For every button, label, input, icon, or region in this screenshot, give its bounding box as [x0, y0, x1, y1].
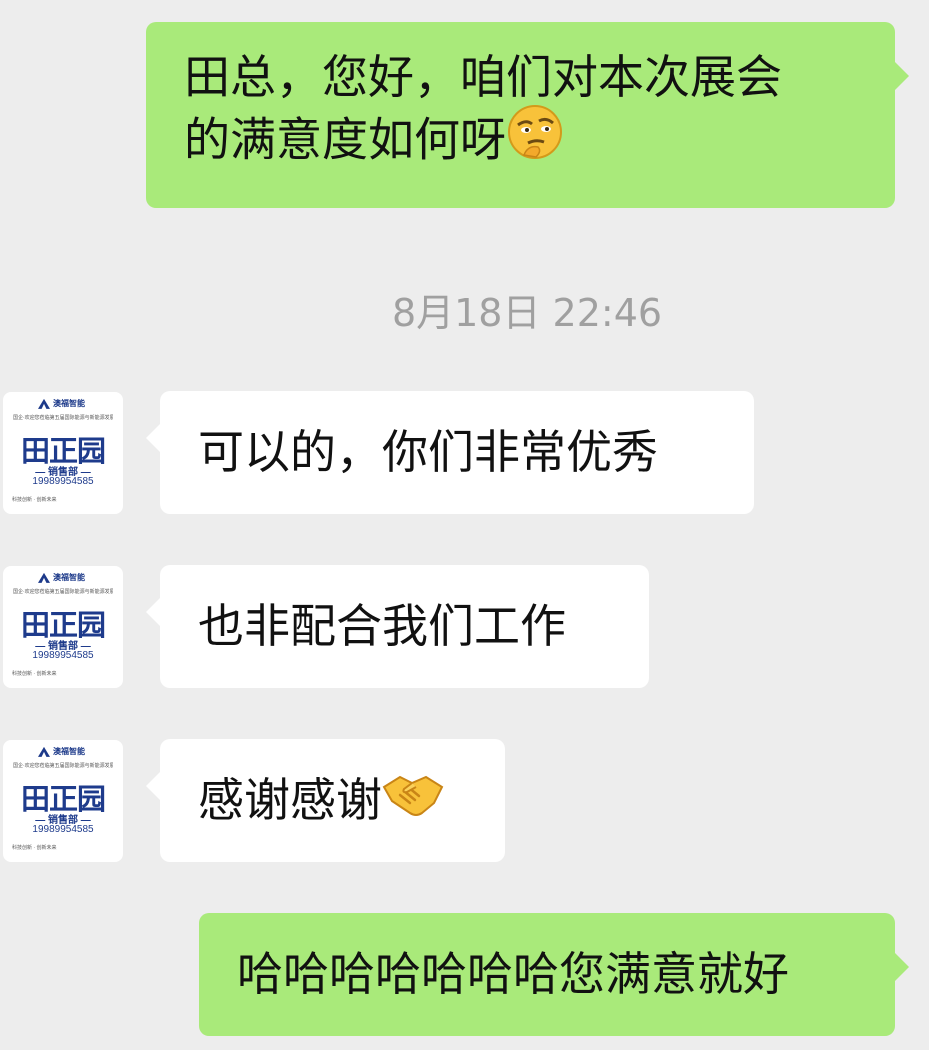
company-logo: 澳福智能 — [38, 398, 85, 409]
message-text: 的满意度如何呀 — [184, 112, 506, 167]
contact-avatar[interactable]: 澳福智能 国企·欢迎您莅临第五届国际能源与新能源发展... 田正园 — 销售部 … — [3, 392, 123, 514]
avatar-slogan: 科技创新 · 创新未来 — [12, 671, 57, 677]
company-logo: 澳福智能 — [38, 746, 85, 757]
avatar-phone: 19989954585 — [32, 476, 94, 487]
company-logo: 澳福智能 — [38, 572, 85, 583]
avatar-slogan: 科技创新 · 创新未来 — [12, 497, 57, 503]
message-text: 感谢感谢 — [198, 773, 382, 827]
message-text: 可以的，你们非常优秀 — [198, 425, 658, 479]
message-text: 哈哈哈哈哈哈哈您满意就好 — [237, 947, 789, 1001]
avatar-slogan: 科技创新 · 创新未来 — [12, 845, 57, 851]
message-bubble-incoming[interactable]: 可以的，你们非常优秀 — [146, 391, 754, 514]
handshake-icon — [382, 767, 444, 833]
message-text: 也非配合我们工作 — [198, 599, 566, 653]
avatar-phone: 19989954585 — [32, 650, 94, 661]
message-bubble-incoming[interactable]: 感谢感谢 — [146, 739, 505, 862]
contact-avatar[interactable]: 澳福智能 国企·欢迎您莅临第五届国际能源与新能源发展... 田正园 — 销售部 … — [3, 740, 123, 862]
avatar-tagline: 国企·欢迎您莅临第五届国际能源与新能源发展... — [13, 589, 113, 595]
message-bubble-outgoing[interactable]: 哈哈哈哈哈哈哈您满意就好 — [199, 913, 909, 1036]
avatar-phone: 19989954585 — [32, 824, 94, 835]
avatar-tagline: 国企·欢迎您莅临第五届国际能源与新能源发展... — [13, 415, 113, 421]
message-bubble-incoming[interactable]: 也非配合我们工作 — [146, 565, 649, 688]
message-bubble-outgoing[interactable]: 田总，您好，咱们对本次展会 的满意度如何呀 — [146, 22, 909, 208]
avatar-tagline: 国企·欢迎您莅临第五届国际能源与新能源发展... — [13, 763, 113, 769]
message-timestamp: 8月18日 22:46 — [391, 291, 663, 335]
contact-avatar[interactable]: 澳福智能 国企·欢迎您莅临第五届国际能源与新能源发展... 田正园 — 销售部 … — [3, 566, 123, 688]
message-text: 田总，您好，咱们对本次展会 — [184, 50, 782, 104]
thinking-face-icon — [506, 103, 564, 175]
